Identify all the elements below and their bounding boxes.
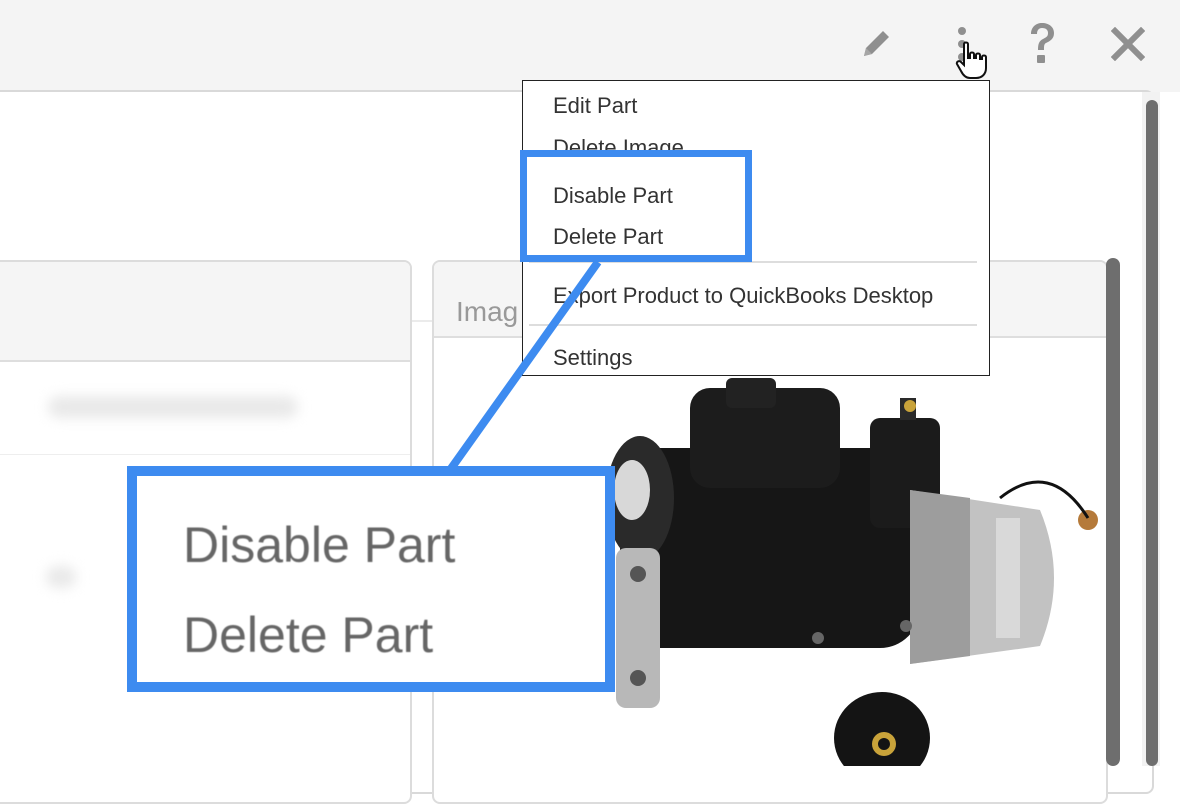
close-button[interactable] xyxy=(1102,18,1154,70)
help-button[interactable] xyxy=(1016,18,1068,70)
menu-separator xyxy=(529,324,977,326)
pencil-icon xyxy=(864,31,889,56)
images-panel-title: Imag xyxy=(456,296,519,327)
menu-item-export-quickbooks[interactable]: Export Product to QuickBooks Desktop xyxy=(553,283,933,309)
row-divider xyxy=(0,454,410,455)
callout-disable-part: Disable Part xyxy=(183,517,456,573)
sheet-scrollbar-thumb[interactable] xyxy=(1146,100,1158,766)
blurred-field xyxy=(48,396,298,418)
help-icon xyxy=(1031,23,1054,63)
highlight-delete-part: Delete Part xyxy=(553,224,664,249)
menu-item-edit-part[interactable]: Edit Part xyxy=(553,93,637,119)
sheet-scrollbar[interactable] xyxy=(1142,92,1160,766)
images-panel-scrollbar-thumb[interactable] xyxy=(1106,258,1120,766)
callout-delete-part: Delete Part xyxy=(183,607,434,663)
highlight-disable-part: Disable Part xyxy=(553,183,673,208)
edit-button[interactable] xyxy=(850,18,902,70)
details-panel-header xyxy=(0,262,410,362)
hand-cursor-icon xyxy=(955,41,987,79)
top-toolbar xyxy=(0,0,1180,92)
close-icon xyxy=(1111,27,1145,61)
zoom-callout: Disable Part Delete Part xyxy=(127,466,615,692)
menu-highlight-box: Disable Part Delete Part xyxy=(520,150,752,262)
menu-item-settings[interactable]: Settings xyxy=(553,345,633,371)
blurred-field xyxy=(46,566,76,588)
